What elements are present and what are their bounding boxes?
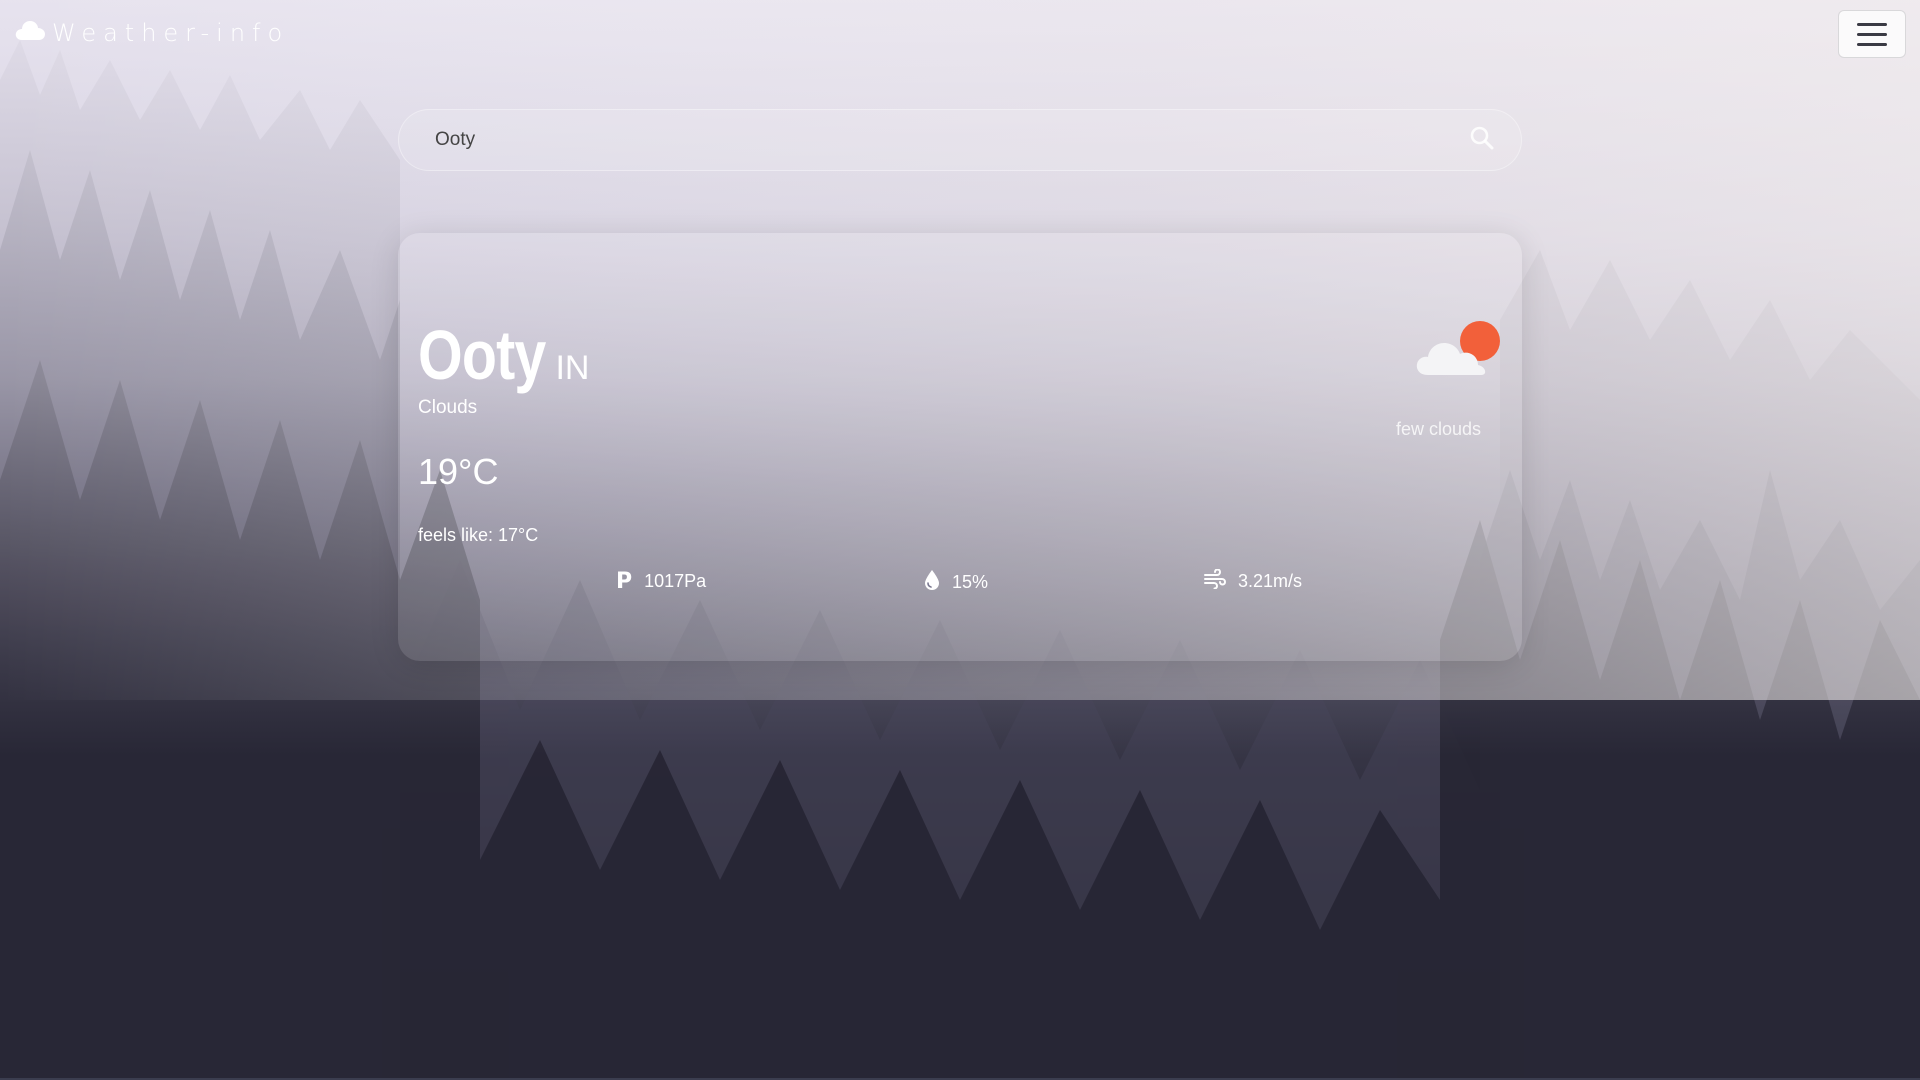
wind-value: 3.21m/s xyxy=(1238,571,1303,591)
wind-icon xyxy=(1204,568,1227,594)
location: Ooty IN xyxy=(418,315,589,395)
search-bar xyxy=(398,109,1522,171)
hamburger-menu-icon xyxy=(1857,22,1887,26)
feels-like: feels like: 17°C xyxy=(418,525,539,545)
country-code: IN xyxy=(555,349,590,387)
brand-title: Weather-info xyxy=(52,18,290,47)
city-name: Ooty xyxy=(418,316,546,394)
city-search-input[interactable] xyxy=(433,128,1467,152)
weather-card: Ooty IN Clouds 19°C feels like: 17°C few… xyxy=(398,233,1522,661)
pressure-p-icon: P xyxy=(616,569,633,594)
wind-stat: 3.21m/s xyxy=(1204,568,1303,594)
hamburger-menu-icon xyxy=(1857,42,1887,46)
humidity-value: 15% xyxy=(952,572,989,592)
search-button[interactable] xyxy=(1467,125,1497,155)
pressure-stat: P 1017Pa xyxy=(616,569,706,594)
menu-toggle-button[interactable] xyxy=(1838,10,1906,58)
humidity-stat: 15% xyxy=(924,569,988,596)
weather-description: few clouds xyxy=(1396,419,1482,439)
water-drop-icon xyxy=(924,569,940,596)
temperature: 19°C xyxy=(418,451,499,492)
search-icon xyxy=(1469,125,1495,156)
pressure-value: 1017Pa xyxy=(644,571,707,591)
weather-condition: Clouds xyxy=(418,397,478,418)
brand-logo[interactable]: Weather-info xyxy=(14,18,289,47)
hamburger-menu-icon xyxy=(1857,32,1887,36)
cloud-icon xyxy=(14,18,46,47)
weather-stats: P 1017Pa 15% 3.21m/s xyxy=(398,568,1522,599)
few-clouds-day-icon xyxy=(1414,319,1506,384)
